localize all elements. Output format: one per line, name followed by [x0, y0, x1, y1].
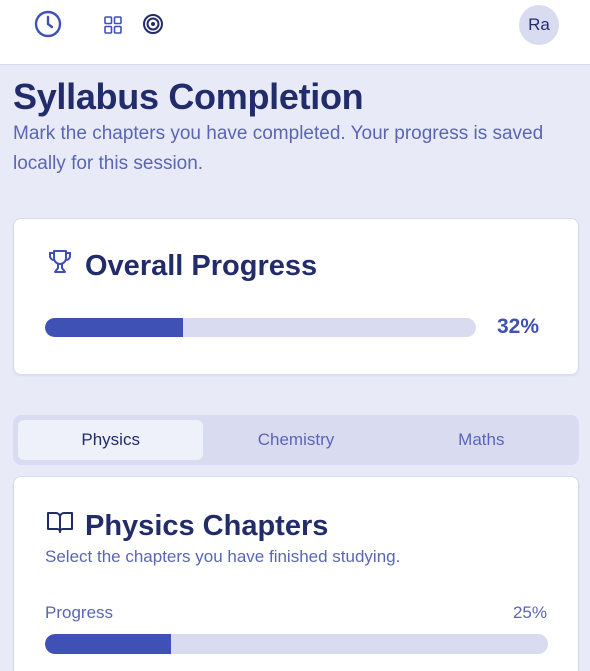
overall-progress-card: Overall Progress 32% — [13, 218, 579, 375]
avatar[interactable]: Ra — [519, 5, 559, 45]
subject-tabs: Physics Chemistry Maths — [13, 415, 579, 465]
physics-progress-bar — [45, 634, 548, 654]
physics-chapters-heading: Physics Chapters — [45, 507, 328, 545]
physics-progress-label: Progress — [45, 603, 114, 622]
overall-progress-percent: 32% — [497, 315, 540, 338]
grid-icon[interactable] — [103, 15, 123, 35]
book-icon — [45, 507, 75, 545]
top-bar: Ra — [0, 0, 590, 65]
tab-maths[interactable]: Maths — [389, 420, 574, 460]
physics-progress-fill — [45, 634, 171, 654]
page-title: Syllabus Completion — [13, 76, 364, 117]
physics-chapters-card: Physics Chapters Select the chapters you… — [13, 476, 579, 671]
tab-physics[interactable]: Physics — [18, 420, 204, 460]
overall-progress-heading: Overall Progress — [45, 247, 317, 285]
tab-chemistry[interactable]: Chemistry — [203, 420, 388, 460]
clock-icon[interactable] — [34, 10, 62, 38]
overall-progress-title: Overall Progress — [85, 249, 318, 282]
physics-chapters-description: Select the chapters you have finished st… — [45, 547, 401, 566]
trophy-icon — [45, 247, 75, 285]
overall-progress-fill — [45, 318, 183, 337]
target-icon[interactable] — [142, 13, 164, 35]
overall-progress-bar — [45, 318, 476, 337]
page-subtitle: Mark the chapters you have completed. Yo… — [13, 123, 544, 174]
physics-chapters-title: Physics Chapters — [85, 509, 329, 542]
physics-progress-percent: 25% — [512, 603, 547, 622]
